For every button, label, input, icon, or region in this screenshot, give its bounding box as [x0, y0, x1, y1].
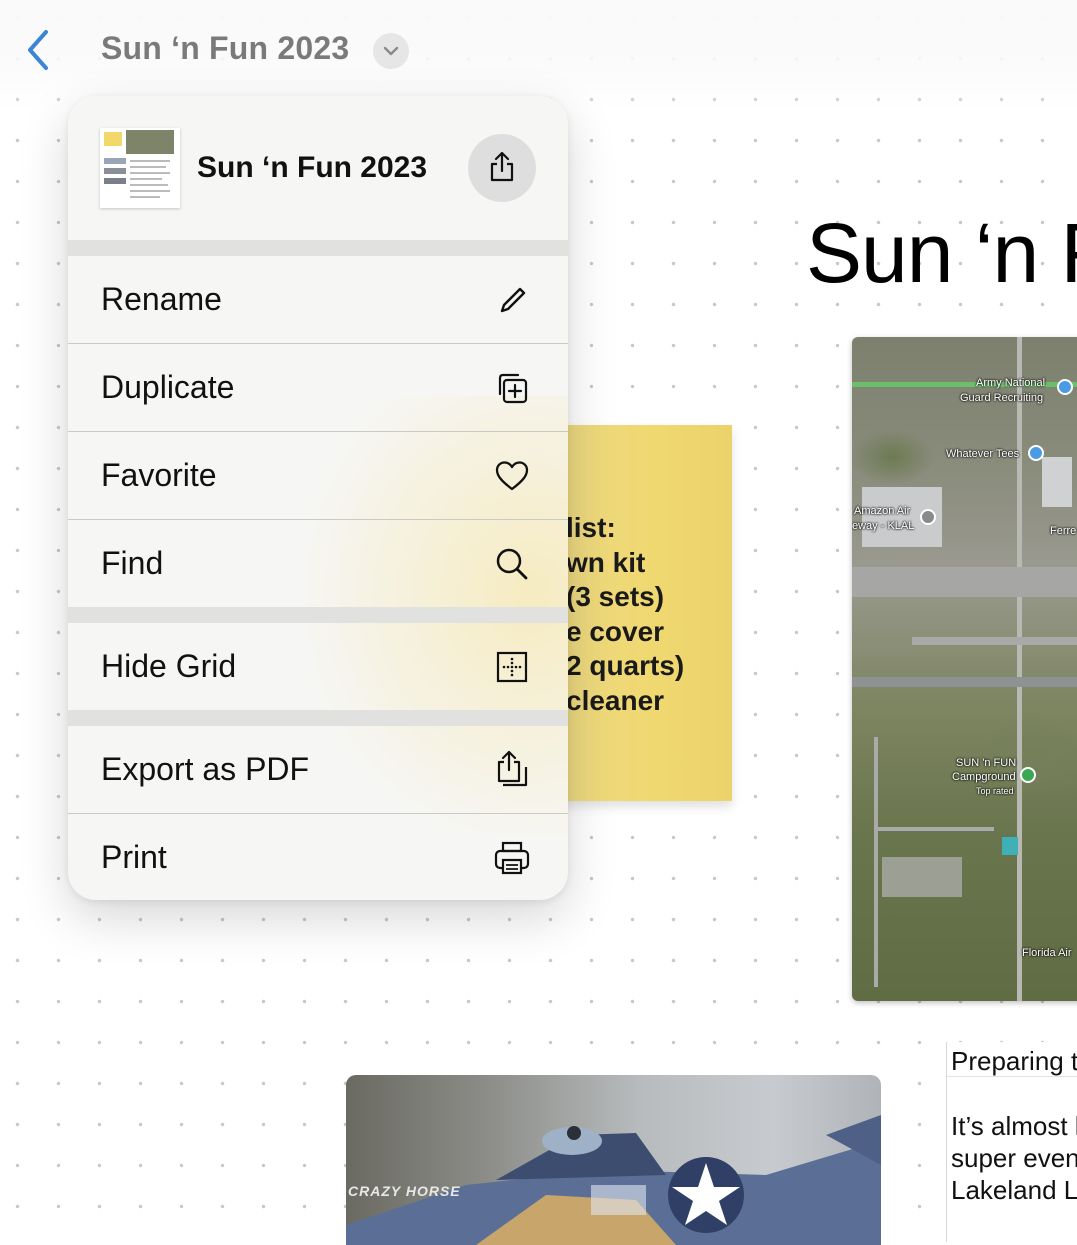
map-label: Amazon Air	[854, 505, 911, 517]
menu-header: Sun ‘n Fun 2023	[68, 96, 568, 240]
menu-item-favorite[interactable]: Favorite	[68, 431, 568, 519]
map-label: Guard Recruiting	[960, 392, 1044, 404]
menu-item-label: Find	[101, 545, 164, 581]
menu-item-label: Export as PDF	[101, 751, 310, 787]
back-button[interactable]	[22, 28, 56, 72]
sticky-note[interactable]: list: wn kit (3 sets) e cover 2 quarts) …	[540, 425, 732, 801]
airplane-photo[interactable]: CRAZY HORSE	[346, 1075, 881, 1245]
menu-document-title: Sun ‘n Fun 2023	[197, 151, 428, 184]
map-label: Florida Air	[1022, 947, 1072, 959]
pencil-icon	[500, 287, 526, 313]
heart-icon	[495, 461, 529, 491]
map-pin-icon	[1028, 445, 1044, 461]
duplicate-icon	[498, 373, 528, 404]
menu-item-label: Hide Grid	[101, 648, 237, 684]
photo-caption-text: CRAZY HORSE	[348, 1183, 461, 1199]
export-icon	[497, 750, 528, 787]
share-icon	[490, 151, 514, 182]
document-title[interactable]: Sun ‘n Fun 2023	[101, 30, 349, 67]
chevron-left-icon	[28, 30, 48, 70]
menu-item-hide-grid[interactable]: Hide Grid	[68, 623, 568, 710]
text-note-heading: Preparing to	[951, 1046, 1077, 1076]
grid-icon	[496, 651, 528, 683]
map-label: Army National	[976, 377, 1046, 389]
section-divider	[68, 240, 568, 256]
menu-item-label: Favorite	[101, 457, 217, 493]
text-note-body: It’s almost he super event, Lakeland Lin	[951, 1111, 1077, 1205]
printer-icon	[494, 841, 530, 875]
section-divider	[68, 607, 568, 623]
map-label: Top rated	[976, 786, 1014, 796]
chevron-down-icon	[383, 46, 399, 56]
sticky-note-text: list: wn kit (3 sets) e cover 2 quarts) …	[566, 512, 685, 716]
map-pin-icon	[1057, 379, 1073, 395]
menu-item-label: Print	[101, 839, 167, 875]
airplane-illustration	[346, 1115, 881, 1245]
map-pin-icon	[920, 509, 936, 525]
map-label: eway - KLAL	[852, 520, 915, 532]
share-button[interactable]	[468, 134, 536, 202]
menu-item-label: Rename	[101, 281, 222, 317]
map-label: Campground	[952, 771, 1016, 783]
map-label: SUN 'n FUN	[956, 757, 1017, 769]
section-divider	[68, 710, 568, 726]
map-image[interactable]: Army National Guard Recruiting Whatever …	[852, 337, 1077, 1001]
map-label: Ferre	[1050, 525, 1077, 537]
menu-item-export-pdf[interactable]: Export as PDF	[68, 726, 568, 813]
menu-item-print[interactable]: Print	[68, 813, 568, 900]
map-label: Whatever Tees	[946, 448, 1020, 460]
document-menu: Sun ‘n Fun 2023 Rename Duplicate Favorit…	[68, 96, 568, 900]
divider	[947, 1076, 1077, 1077]
menu-item-label: Duplicate	[101, 369, 235, 405]
map-pin-icon	[1020, 767, 1036, 783]
search-icon	[496, 548, 528, 580]
text-note[interactable]: Preparing to It’s almost he super event,…	[946, 1042, 1077, 1242]
board-title-text[interactable]: Sun ‘n F	[806, 205, 1077, 302]
menu-item-rename[interactable]: Rename	[68, 256, 568, 343]
title-menu-button[interactable]	[373, 33, 409, 69]
document-thumbnail	[100, 128, 180, 208]
menu-item-duplicate[interactable]: Duplicate	[68, 343, 568, 431]
menu-item-find[interactable]: Find	[68, 519, 568, 607]
